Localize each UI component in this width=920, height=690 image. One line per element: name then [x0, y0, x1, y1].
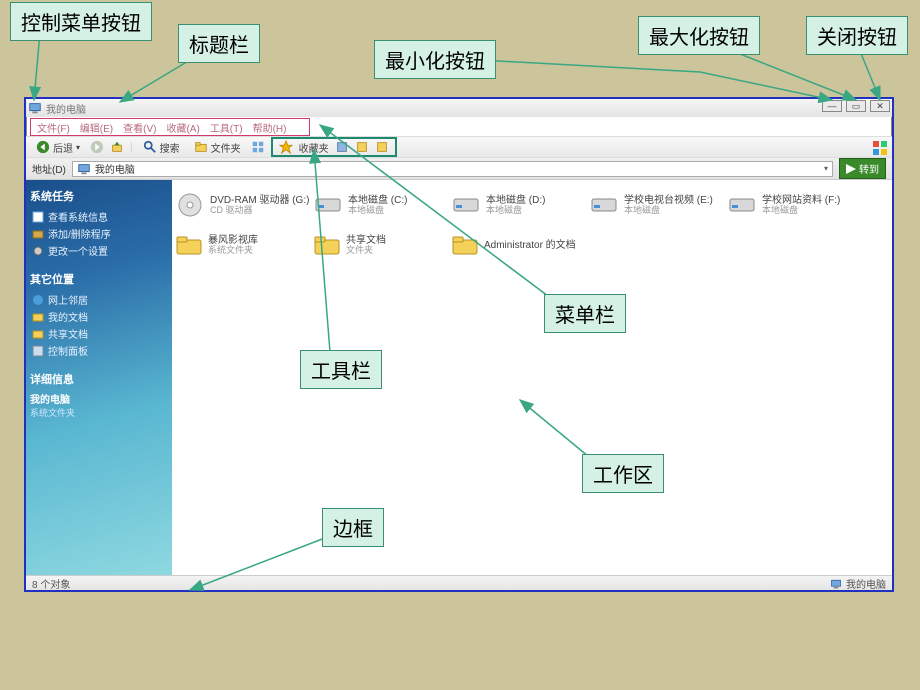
hdd-icon — [728, 193, 756, 217]
search-button[interactable]: 搜索 — [139, 139, 184, 156]
callout-menubar: 菜单栏 — [544, 294, 626, 333]
sidebar: 系统任务 查看系统信息 添加/删除程序 更改一个设置 其它位置 网上邻居 我的文… — [26, 180, 172, 575]
go-button[interactable]: 转到 — [839, 158, 886, 179]
sidebar-section-places: 其它位置 — [30, 271, 168, 287]
close-button[interactable]: ✕ — [870, 100, 890, 112]
explorer-window: 我的电脑 — ▭ ✕ 文件(F) 编辑(E) 查看(V) 收藏(A) 工具(T)… — [24, 97, 894, 592]
menubar: 文件(F) 编辑(E) 查看(V) 收藏(A) 工具(T) 帮助(H) — [30, 118, 310, 136]
menu-tools[interactable]: 工具(T) — [210, 120, 243, 135]
body-area: 系统任务 查看系统信息 添加/删除程序 更改一个设置 其它位置 网上邻居 我的文… — [26, 180, 892, 575]
page-icon — [32, 211, 44, 223]
back-button[interactable]: 后退 ▾ — [32, 139, 84, 156]
folder-icon — [452, 234, 478, 256]
sidebar-section-details: 详细信息 — [30, 371, 168, 387]
star-icon — [279, 140, 293, 154]
folders-label: 文件夹 — [211, 140, 241, 155]
callout-maximize: 最大化按钮 — [638, 16, 760, 55]
menu-favorites[interactable]: 收藏(A) — [166, 120, 199, 135]
maximize-button[interactable]: ▭ — [846, 100, 866, 112]
sidebar-item-addremove[interactable]: 添加/删除程序 — [30, 225, 168, 242]
favorites-group: 收藏夹 — [271, 137, 397, 157]
forward-icon[interactable] — [90, 140, 104, 154]
drive-item[interactable]: 本地磁盘 (D:)本地磁盘 — [452, 188, 590, 222]
sidebar-item-network[interactable]: 网上邻居 — [30, 291, 168, 308]
sidebar-detail-sub: 系统文件夹 — [30, 406, 168, 419]
callout-close: 关闭按钮 — [806, 16, 908, 55]
address-label: 地址(D) — [32, 161, 66, 176]
menu-view[interactable]: 查看(V) — [123, 120, 156, 135]
hdd-icon — [314, 193, 342, 217]
back-icon — [36, 140, 50, 154]
menu-edit[interactable]: 编辑(E) — [80, 120, 113, 135]
callout-border: 边框 — [322, 508, 384, 547]
up-icon[interactable] — [110, 140, 124, 154]
folder-icon — [32, 328, 44, 340]
gear-icon — [32, 245, 44, 257]
window-title: 我的电脑 — [46, 101, 86, 116]
callout-titlebar: 标题栏 — [178, 24, 260, 63]
go-label: 转到 — [859, 161, 879, 176]
drive-item[interactable]: 本地磁盘 (C:)本地磁盘 — [314, 188, 452, 222]
status-right: 我的电脑 — [846, 576, 886, 591]
folder-item[interactable]: 暴风影视库系统文件夹 — [176, 228, 314, 262]
sidebar-item-mydocs[interactable]: 我的文档 — [30, 308, 168, 325]
callout-control-menu: 控制菜单按钮 — [10, 2, 152, 41]
folders-icon — [194, 140, 208, 154]
hdd-icon — [452, 193, 480, 217]
folder-icon — [176, 234, 202, 256]
folders-button[interactable]: 文件夹 — [190, 139, 245, 156]
search-label: 搜索 — [160, 140, 180, 155]
address-value: 我的电脑 — [95, 161, 135, 176]
cd-drive-icon — [176, 193, 204, 217]
hdd-icon — [590, 193, 618, 217]
my-computer-icon — [830, 578, 842, 590]
sidebar-detail-name: 我的电脑 — [30, 391, 168, 406]
folder-item[interactable]: Administrator 的文档 — [452, 228, 590, 262]
address-icon — [77, 162, 91, 176]
windows-flag-icon — [872, 140, 888, 156]
drive-item[interactable]: 学校电视台视频 (E:)本地磁盘 — [590, 188, 728, 222]
tool-icon-1[interactable] — [335, 140, 349, 154]
folder-item[interactable]: 共享文档文件夹 — [314, 228, 452, 262]
sidebar-section-system: 系统任务 — [30, 188, 168, 204]
statusbar: 8 个对象 我的电脑 — [26, 575, 892, 591]
drive-item[interactable]: 学校网站资料 (F:)本地磁盘 — [728, 188, 866, 222]
toolbar: 后退 ▾ | 搜索 文件夹 收藏夹 — [26, 136, 892, 158]
drive-item[interactable]: DVD-RAM 驱动器 (G:)CD 驱动器 — [176, 188, 314, 222]
status-left: 8 个对象 — [32, 576, 70, 591]
callout-toolbar: 工具栏 — [300, 350, 382, 389]
folder-icon — [314, 234, 340, 256]
callout-workarea: 工作区 — [582, 454, 664, 493]
tool-icon-2[interactable] — [355, 140, 369, 154]
address-bar: 地址(D) 我的电脑 ▾ 转到 — [26, 158, 892, 180]
address-field[interactable]: 我的电脑 ▾ — [72, 161, 833, 177]
titlebar[interactable]: 我的电脑 — ▭ ✕ — [26, 99, 892, 117]
sidebar-item-shared[interactable]: 共享文档 — [30, 325, 168, 342]
menu-help[interactable]: 帮助(H) — [253, 120, 287, 135]
callout-minimize: 最小化按钮 — [374, 40, 496, 79]
folder-icon — [32, 311, 44, 323]
tool-icon-3[interactable] — [375, 140, 389, 154]
minimize-button[interactable]: — — [822, 100, 842, 112]
sidebar-item-control[interactable]: 控制面板 — [30, 342, 168, 359]
go-icon — [846, 164, 856, 174]
control-icon — [32, 345, 44, 357]
back-label: 后退 — [53, 140, 73, 155]
views-icon[interactable] — [251, 140, 265, 154]
my-computer-icon — [28, 101, 42, 115]
network-icon — [32, 294, 44, 306]
favorites-label[interactable]: 收藏夹 — [299, 140, 329, 155]
search-icon — [143, 140, 157, 154]
menu-file[interactable]: 文件(F) — [37, 120, 70, 135]
sidebar-item-sysinfo[interactable]: 查看系统信息 — [30, 208, 168, 225]
content-area[interactable]: DVD-RAM 驱动器 (G:)CD 驱动器 本地磁盘 (C:)本地磁盘 本地磁… — [172, 180, 892, 575]
sidebar-item-settings[interactable]: 更改一个设置 — [30, 242, 168, 259]
box-icon — [32, 228, 44, 240]
